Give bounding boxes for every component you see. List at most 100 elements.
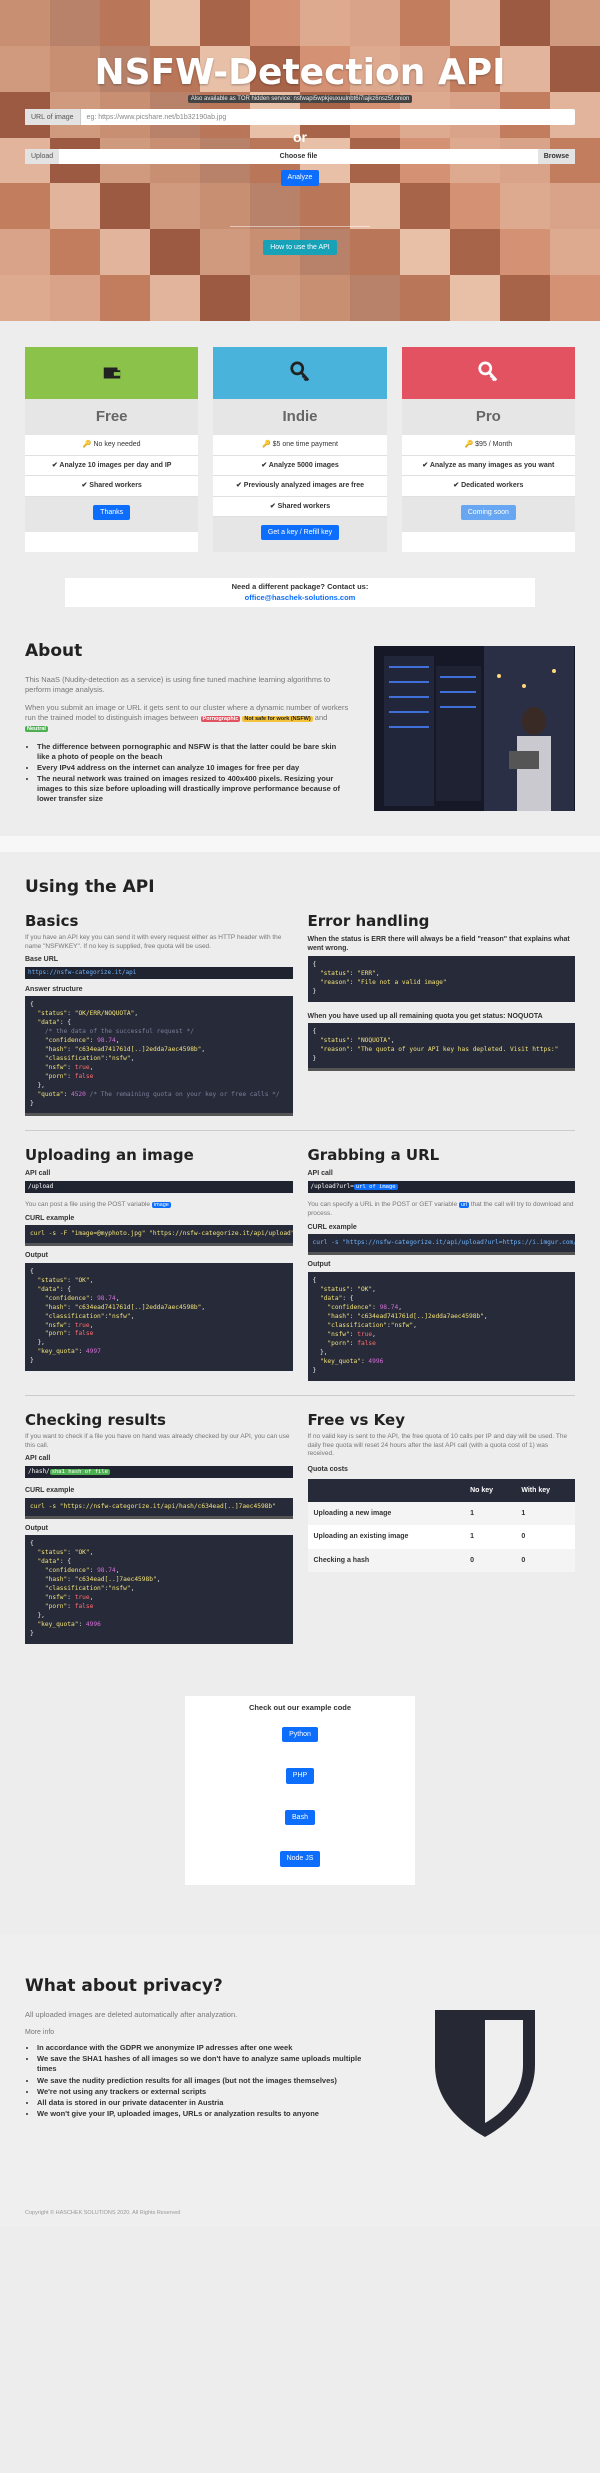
upload-curl: curl -s -F "image=@myphoto.jpg" "https:/…	[25, 1225, 293, 1245]
plan-header	[25, 347, 199, 399]
examples-heading: Check out our example code	[248, 1702, 352, 1712]
privacy-list: In accordance with the GDPR we anonymize…	[25, 2043, 375, 2119]
python-button[interactable]: Python	[282, 1726, 318, 1743]
key-icon	[290, 361, 310, 382]
list-item: We save the SHA1 hashes of all images so…	[37, 2054, 375, 2074]
plan-feature: ✔ Shared workers	[213, 497, 387, 517]
pricing-cards: Free 🔑 No key needed ✔ Analyze 10 images…	[0, 321, 600, 553]
table-cell: Uploading an existing image	[313, 1533, 409, 1541]
upload-label: Upload	[25, 149, 60, 165]
grab-curl: curl -s "https://nsfw-categorize.it/api/…	[307, 1234, 575, 1254]
choose-file-input[interactable]: Choose file	[59, 149, 538, 164]
url-var-badge: url of image	[353, 1183, 398, 1190]
upload-input-group: Upload Choose file Browse	[25, 149, 575, 165]
output-label: Output	[25, 1524, 48, 1532]
plan-feature: 🔑 No key needed	[25, 435, 199, 456]
url-label: URL of image	[25, 109, 81, 126]
api-heading: Using the API	[25, 876, 155, 897]
get-key-button[interactable]: Get a key / Refill key	[260, 525, 340, 541]
output-label: Output	[307, 1261, 331, 1269]
noquota-text: When you have used up all remaining quot…	[307, 1012, 543, 1020]
plan-name: Pro	[401, 399, 575, 436]
check-text: If you want to check if a file you have …	[25, 1432, 290, 1449]
table-header	[308, 1479, 465, 1502]
plan-feature: 🔑 $95 / Month	[401, 435, 575, 456]
check-curl: curl -s "https://nsfw-categorize.it/api/…	[25, 1497, 293, 1517]
privacy-heading: What about privacy?	[25, 1975, 223, 1996]
plan-card-pro: Pro 🔑 $95 / Month ✔ Analyze as many imag…	[401, 347, 575, 553]
table-cell: 0	[521, 1556, 526, 1564]
mosaic-tile	[550, 275, 600, 321]
url-input[interactable]: eg: https://www.picshare.net/b1b32190ab.…	[81, 109, 575, 125]
grab-heading: Grabbing a URL	[307, 1146, 440, 1165]
privacy-text: All uploaded images are deleted automati…	[25, 2009, 238, 2019]
upload-call: /upload	[25, 1180, 293, 1193]
tag-nsfw: Not safe for work (NSFW)	[242, 716, 313, 722]
errors-heading: Error handling	[307, 911, 430, 930]
contact-box: Need a different package? Contact us: of…	[65, 578, 535, 607]
curl-label: CURL example	[307, 1223, 357, 1231]
and-text: and	[314, 713, 328, 722]
check-output: { "status": "OK", "data": { "confidence"…	[25, 1535, 293, 1644]
table-row: Checking a hash 0 0	[307, 1548, 575, 1573]
php-button[interactable]: PHP	[285, 1768, 315, 1784]
var-badge: image	[151, 1201, 171, 1208]
more-info-label: More info	[25, 2028, 55, 2036]
table-cell: 1	[470, 1533, 474, 1541]
list-item: All data is stored in our private datace…	[37, 2098, 375, 2108]
browse-button[interactable]: Browse	[537, 149, 575, 165]
mosaic-tile	[100, 275, 150, 321]
mosaic-tile	[450, 275, 500, 321]
url-input-group: URL of image eg: https://www.picshare.ne…	[25, 109, 575, 126]
api-call-label: API call	[25, 1455, 51, 1463]
upload-heading: Uploading an image	[25, 1146, 194, 1165]
list-item: In accordance with the GDPR we anonymize…	[37, 2043, 375, 2053]
how-to-button[interactable]: How to use the API	[263, 239, 337, 256]
contact-email-link[interactable]: office@haschek-solutions.com	[65, 593, 535, 603]
tag-neutral: Neutral	[25, 726, 48, 733]
table-cell: 1	[521, 1509, 526, 1517]
upload-text: You can post a file using the POST varia…	[25, 1200, 151, 1208]
plan-feature: ✔ Analyze as many images as you want	[401, 456, 575, 477]
base-url-label: Base URL	[25, 956, 59, 964]
plan-feature: ✔ Dedicated workers	[401, 476, 575, 497]
plan-feature: ✔ Previously analyzed images are free	[213, 476, 387, 497]
hero: NSFW-Detection API Also available as TOR…	[0, 0, 600, 321]
mosaic-tile	[50, 275, 100, 321]
mosaic-tile	[500, 275, 550, 321]
mosaic-tile	[300, 275, 350, 321]
table-header-row: No key With key	[307, 1478, 575, 1502]
list-item: The neural network was trained on images…	[37, 774, 349, 804]
grab-call: /upload?url=	[310, 1182, 354, 1190]
freekey-text: If no valid key is sent to the API, the …	[307, 1432, 568, 1458]
or-divider: or	[293, 129, 307, 146]
shield-icon	[435, 2009, 535, 2137]
grab-text: You can specify a URL in the POST or GET…	[307, 1201, 458, 1209]
quota-table: No key With key Uploading a new image 1 1 …	[307, 1478, 575, 1573]
table-cell: Checking a hash	[313, 1556, 370, 1564]
datacenter-photo	[374, 645, 575, 811]
coming-soon-button[interactable]: Coming soon	[460, 504, 516, 520]
mosaic-tile	[250, 275, 300, 321]
wallet-icon	[103, 367, 120, 379]
tag-pornographic: Pornographic	[200, 716, 241, 722]
list-item: We save the nudity prediction results fo…	[37, 2076, 375, 2086]
plan-name: Free	[25, 399, 199, 436]
about-list: The difference between pornographic and …	[25, 742, 349, 805]
plan-feature: ✔ Shared workers	[25, 476, 199, 497]
list-item: The difference between pornographic and …	[37, 742, 349, 762]
freekey-heading: Free vs Key	[307, 1410, 406, 1429]
plan-feature: ✔ Analyze 5000 images	[213, 456, 387, 477]
analyze-button[interactable]: Analyze	[280, 170, 320, 186]
bash-button[interactable]: Bash	[285, 1809, 315, 1826]
thanks-button[interactable]: Thanks	[93, 504, 131, 520]
nodejs-button[interactable]: Node JS	[279, 1851, 321, 1867]
var-badge: url	[458, 1202, 470, 1209]
base-url: https://nsfw-categorize.it/api	[25, 966, 293, 979]
basics-text: If you have an API key you can send it w…	[25, 933, 282, 950]
about-heading: About	[25, 640, 83, 661]
plan-header	[401, 347, 575, 399]
table-cell: 0	[521, 1533, 526, 1541]
basics-heading: Basics	[25, 911, 79, 930]
plan-feature: ✔ Analyze 10 images per day and IP	[25, 456, 199, 477]
